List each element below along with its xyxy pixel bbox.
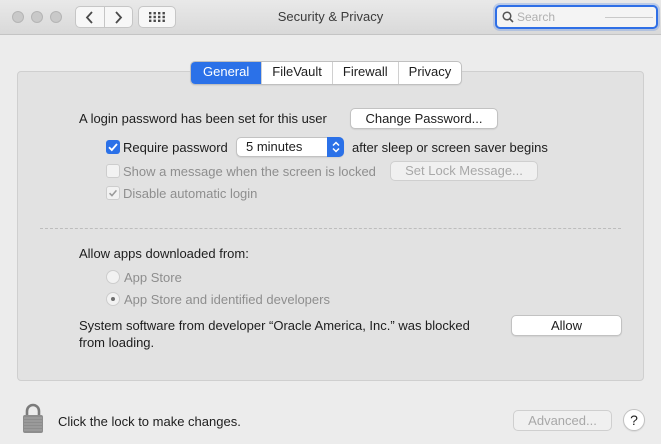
set-lock-message-button[interactable]: Set Lock Message... xyxy=(390,161,538,181)
blocked-software-text-line1: System software from developer “Oracle A… xyxy=(79,318,470,333)
tab-privacy[interactable]: Privacy xyxy=(397,62,462,84)
radio-selected-dot xyxy=(111,297,115,301)
require-password-delay-select[interactable]: 5 minutes xyxy=(236,137,344,157)
help-button[interactable]: ? xyxy=(623,409,645,431)
change-password-button[interactable]: Change Password... xyxy=(350,108,498,129)
radio-identified-developers-label: App Store and identified developers xyxy=(124,292,330,307)
search-placeholder: Search xyxy=(517,10,556,24)
tab-general[interactable]: General xyxy=(191,62,262,84)
lock-instruction-text: Click the lock to make changes. xyxy=(58,414,241,429)
title-bar: Security & Privacy Search xyxy=(0,0,661,35)
section-divider xyxy=(40,228,621,229)
disable-auto-login-label: Disable automatic login xyxy=(123,186,258,201)
require-password-delay-value: 5 minutes xyxy=(246,139,303,154)
search-icon xyxy=(502,11,514,23)
require-password-label: Require password xyxy=(123,140,228,155)
select-arrows-icon xyxy=(327,137,344,157)
require-password-suffix: after sleep or screen saver begins xyxy=(352,140,548,155)
advanced-button[interactable]: Advanced... xyxy=(513,410,612,431)
disable-auto-login-checkbox[interactable] xyxy=(106,186,120,200)
show-message-label: Show a message when the screen is locked xyxy=(123,164,376,179)
search-field[interactable]: Search xyxy=(495,5,658,29)
require-password-checkbox[interactable] xyxy=(106,140,120,154)
lock-button[interactable] xyxy=(21,402,45,434)
allow-button[interactable]: Allow xyxy=(511,315,622,336)
blocked-software-text-line2: from loading. xyxy=(79,335,155,350)
radio-app-store[interactable] xyxy=(106,270,120,284)
allow-apps-heading: Allow apps downloaded from: xyxy=(79,246,249,261)
radio-identified-developers[interactable] xyxy=(106,292,120,306)
checkmark-icon xyxy=(109,189,118,197)
tab-filevault[interactable]: FileVault xyxy=(261,62,332,84)
show-message-checkbox[interactable] xyxy=(106,164,120,178)
tab-firewall[interactable]: Firewall xyxy=(331,62,398,84)
search-divider xyxy=(605,17,653,18)
password-set-label: A login password has been set for this u… xyxy=(79,111,327,126)
tab-bar: General FileVault Firewall Privacy xyxy=(190,61,463,85)
checkmark-icon xyxy=(108,143,118,152)
padlock-icon xyxy=(23,403,43,433)
radio-app-store-label: App Store xyxy=(124,270,182,285)
